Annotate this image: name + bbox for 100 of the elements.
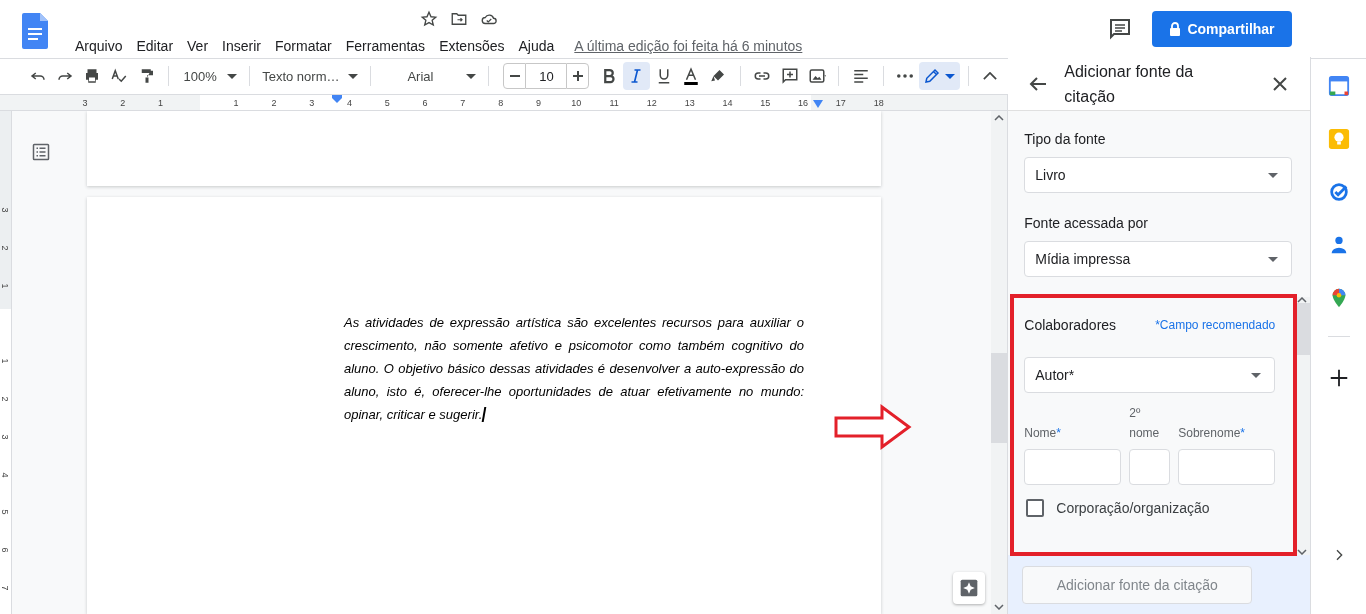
- role-dropdown[interactable]: Autor*: [1024, 357, 1276, 393]
- font-dropdown[interactable]: Arial: [378, 62, 481, 91]
- document-paragraph[interactable]: As atividades de expressão artística são excelentes recursos para auxiliar o crescimento, não somente afetivo e psicomotor como também cognitivo do aluno. O objetivo básico dessas atividades é desenvolver a auto-expressão do aluno, isto é, oferecer-lhe oportunidades de atuar efetivamente no mundo: opinar, criticar e sugerir.: [344, 311, 804, 426]
- last-edit-link[interactable]: A última edição foi feita há 6 minutos: [574, 38, 803, 54]
- ruler-number: 10: [571, 97, 582, 108]
- checkbox-label: Corporação/organização: [1056, 500, 1210, 516]
- add-comment-icon: [780, 67, 799, 86]
- ruler-number: 2: [271, 97, 277, 108]
- text-color-icon: [681, 67, 700, 86]
- menu-item[interactable]: Ver: [180, 38, 216, 54]
- text-cursor: [481, 407, 487, 422]
- menu-item[interactable]: Formatar: [267, 38, 339, 54]
- caret-icon: [1268, 256, 1279, 262]
- ruler-number: 9: [535, 97, 541, 108]
- ruler-number: 8: [498, 97, 504, 108]
- comment-icon[interactable]: [1108, 16, 1132, 41]
- scroll-up-icon[interactable]: [1297, 297, 1308, 303]
- scroll-down-icon[interactable]: [994, 604, 1005, 610]
- outline-icon[interactable]: [32, 143, 50, 161]
- italic-button[interactable]: [622, 62, 650, 91]
- ruler-number: 1: [158, 97, 163, 108]
- indent-marker-icon[interactable]: [332, 95, 342, 103]
- source-dropdown[interactable]: Livro: [1024, 157, 1293, 193]
- ruler-number: 16: [798, 97, 809, 108]
- add-citation-button[interactable]: Adicionar fonte da citação: [1022, 565, 1253, 604]
- scrollbar[interactable]: [991, 111, 1008, 614]
- style-dropdown[interactable]: Texto norm…: [258, 62, 362, 91]
- ruler-number: 7: [0, 585, 12, 591]
- editing-mode-button[interactable]: [918, 62, 960, 91]
- caret-icon: [945, 73, 956, 79]
- name-input-field[interactable]: [1178, 449, 1276, 485]
- caret-icon: [1251, 372, 1262, 378]
- ruler-number: 3: [0, 207, 12, 213]
- ruler-number: 12: [646, 97, 657, 108]
- calendar-icon[interactable]: [1327, 75, 1350, 97]
- menu-item[interactable]: Ferramentas: [338, 38, 433, 54]
- recommended-field-note: *Campo recomendado: [1155, 318, 1276, 332]
- ruler-number: 4: [0, 471, 12, 477]
- caret-icon: [466, 73, 477, 79]
- collapse-toolbar-icon: [983, 72, 998, 81]
- docs-logo-icon[interactable]: [22, 13, 48, 49]
- share-button[interactable]: Compartilhar: [1152, 10, 1292, 47]
- menu-item[interactable]: Arquivo: [68, 38, 130, 54]
- plus-icon: [572, 71, 583, 82]
- menu-item[interactable]: Editar: [129, 38, 181, 54]
- insert-image-icon: [807, 67, 826, 86]
- ruler-number: 1: [0, 358, 12, 364]
- ruler-number: 3: [0, 434, 12, 440]
- sparkle-icon: [959, 578, 980, 598]
- ruler-number: 3: [82, 97, 88, 108]
- field-label: Sobrenome*: [1178, 425, 1246, 442]
- editing-mode-icon: [923, 67, 942, 86]
- field-label: Tipo da fonte: [1024, 131, 1107, 147]
- ruler-number: 4: [346, 97, 352, 108]
- zoom-dropdown[interactable]: 100%: [177, 62, 242, 91]
- name-input-field[interactable]: [1129, 449, 1171, 485]
- scroll-down-icon[interactable]: [1297, 549, 1308, 555]
- menu-item[interactable]: Inserir: [215, 38, 268, 54]
- source-dropdown[interactable]: Mídia impressa: [1024, 241, 1293, 277]
- ruler-number: 14: [722, 97, 733, 108]
- caret-icon: [227, 73, 238, 79]
- decrease-size-button[interactable]: [503, 63, 527, 90]
- font-size-field[interactable]: 10: [526, 63, 567, 90]
- increase-size-button[interactable]: [566, 63, 590, 90]
- ruler-number: 17: [835, 97, 846, 108]
- ruler-number: 5: [384, 97, 390, 108]
- caret-icon: [347, 73, 358, 79]
- explore-button[interactable]: [953, 572, 986, 604]
- caret-icon: [1268, 172, 1279, 178]
- star-icon[interactable]: [420, 10, 438, 28]
- name-input-field[interactable]: [1024, 449, 1122, 485]
- field-label: Nome*: [1024, 425, 1062, 442]
- ruler-number: 2: [0, 396, 12, 402]
- panel-title: Adicionar fonte da citação: [1064, 61, 1195, 107]
- menu-item[interactable]: Extensões: [432, 38, 512, 54]
- folder-icon[interactable]: [450, 10, 468, 28]
- ruler-number: 13: [684, 97, 695, 108]
- ruler-number: 15: [760, 97, 771, 108]
- ruler-number: 1: [233, 97, 239, 108]
- ruler-number: 6: [0, 547, 12, 553]
- lock-icon: [1169, 21, 1182, 36]
- more-options-icon: [897, 74, 914, 79]
- field-label: 2º nome: [1129, 405, 1161, 442]
- ruler-number: 6: [422, 97, 428, 108]
- tasks-icon[interactable]: [1327, 181, 1350, 203]
- ruler-number: 2: [120, 97, 126, 108]
- ruler-number: 2: [0, 245, 12, 251]
- ruler-number: 7: [460, 97, 466, 108]
- ruler-number: 5: [0, 509, 12, 515]
- field-label: Fonte acessada por: [1024, 215, 1149, 231]
- scrollbar-thumb[interactable]: [991, 352, 1008, 443]
- align-icon: [852, 67, 870, 86]
- scroll-up-icon[interactable]: [994, 115, 1005, 121]
- checkbox[interactable]: [1026, 499, 1045, 517]
- menu-item[interactable]: Ajuda: [511, 38, 562, 54]
- ruler-number: 18: [873, 97, 884, 108]
- ruler-number: 1: [0, 283, 12, 288]
- indent-marker-icon[interactable]: [813, 100, 823, 108]
- section-title: Colaboradores: [1024, 317, 1117, 333]
- ruler-number: 11: [609, 97, 619, 108]
